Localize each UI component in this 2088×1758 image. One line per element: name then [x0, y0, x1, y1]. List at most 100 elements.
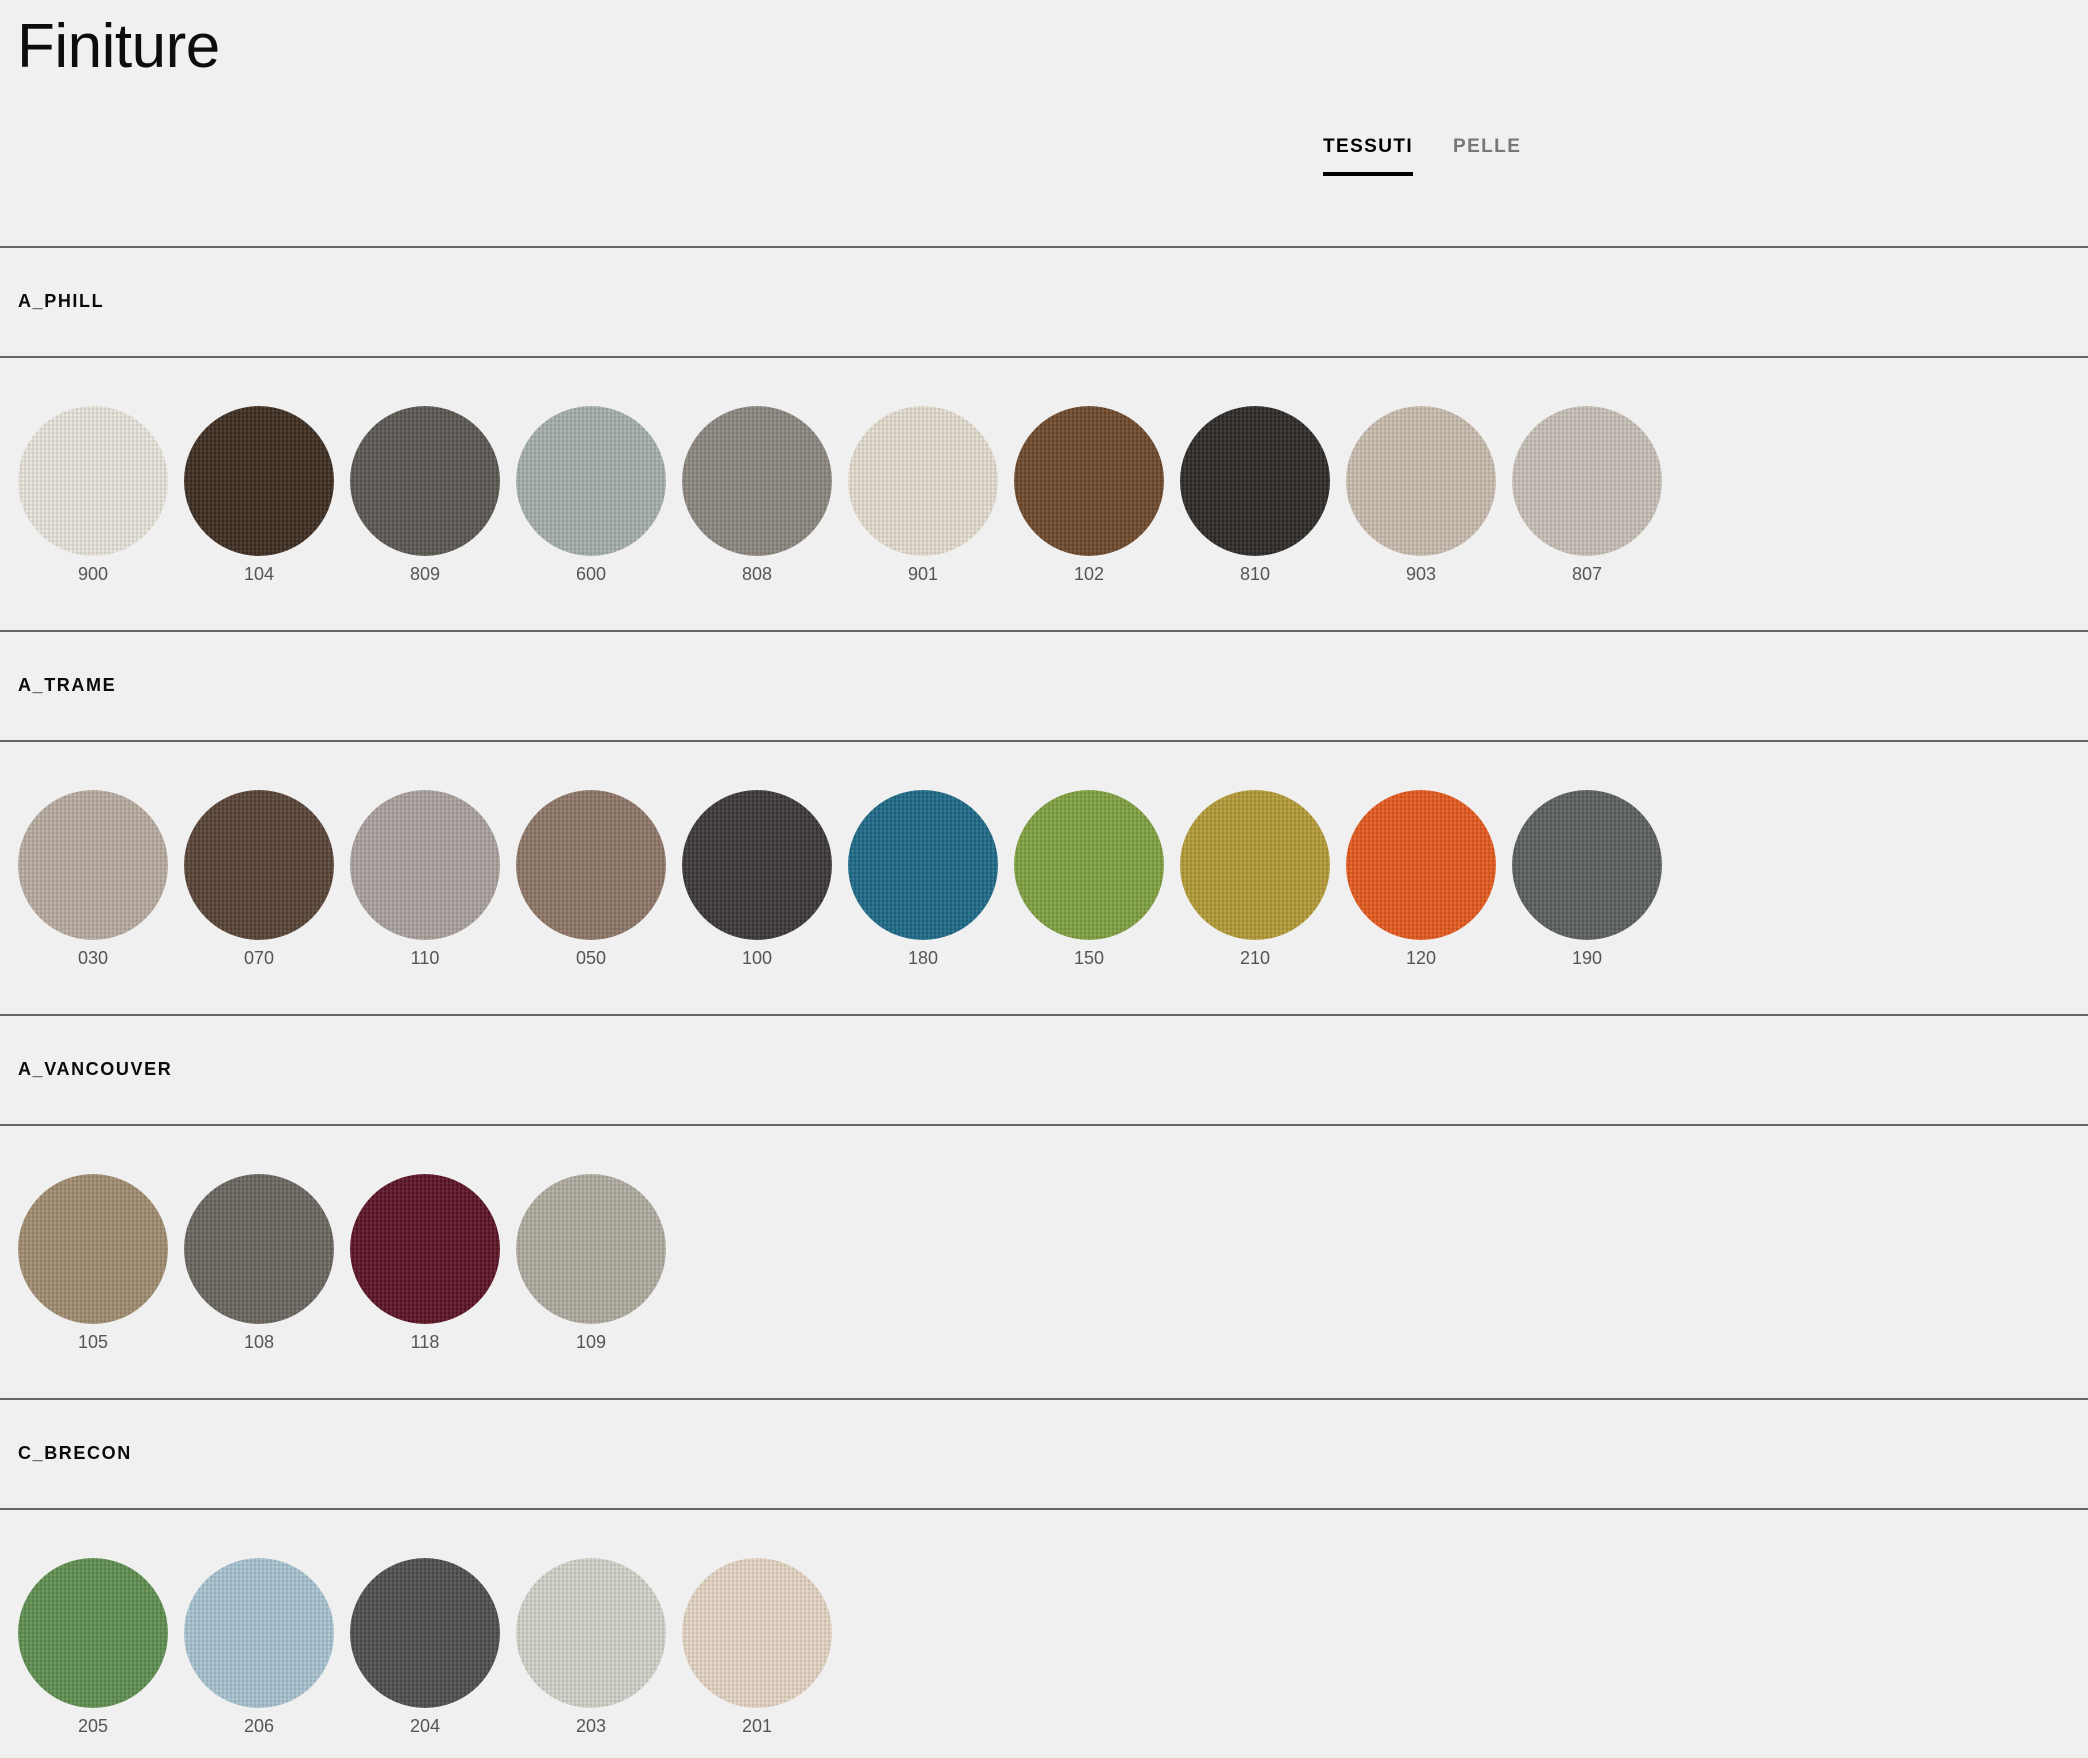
swatch-circle[interactable] — [1346, 406, 1496, 556]
swatch-circle[interactable] — [350, 406, 500, 556]
swatch-circle[interactable] — [350, 1558, 500, 1708]
swatch-item[interactable]: 120 — [1346, 790, 1496, 969]
swatch-item[interactable]: 903 — [1346, 406, 1496, 585]
swatch-code: 070 — [243, 948, 275, 968]
swatch-circle[interactable] — [18, 790, 168, 940]
swatch-code: 190 — [1571, 948, 1603, 968]
swatch-code: 102 — [1073, 564, 1105, 584]
swatch-row-a-trame: 030 070 110 050 100 180 150 210 120 190 — [18, 790, 1678, 969]
section-title-c-brecon: C_BRECON — [18, 1443, 132, 1463]
swatch-row-a-vancouver: 105 108 118 109 — [18, 1174, 682, 1353]
swatch-item[interactable]: 600 — [516, 406, 666, 585]
swatch-code: 903 — [1405, 564, 1437, 584]
swatch-item[interactable]: 108 — [184, 1174, 334, 1353]
swatch-circle[interactable] — [682, 790, 832, 940]
swatch-circle[interactable] — [184, 406, 334, 556]
swatch-circle[interactable] — [1014, 406, 1164, 556]
swatch-code: 600 — [575, 564, 607, 584]
swatch-item[interactable]: 900 — [18, 406, 168, 585]
swatch-circle[interactable] — [184, 790, 334, 940]
swatch-circle[interactable] — [1512, 790, 1662, 940]
section-title-a-trame: A_TRAME — [18, 675, 117, 695]
swatch-item[interactable]: 030 — [18, 790, 168, 969]
swatch-code: 120 — [1405, 948, 1437, 968]
swatch-item[interactable]: 210 — [1180, 790, 1330, 969]
divider — [0, 246, 2088, 248]
swatch-circle[interactable] — [848, 790, 998, 940]
swatch-code: 205 — [77, 1716, 109, 1736]
swatch-item[interactable]: 110 — [350, 790, 500, 969]
swatch-code: 100 — [741, 948, 773, 968]
swatch-circle[interactable] — [184, 1558, 334, 1708]
swatch-circle[interactable] — [682, 406, 832, 556]
swatch-item[interactable]: 104 — [184, 406, 334, 585]
swatch-code: 901 — [907, 564, 939, 584]
swatch-row-c-brecon: 205 206 204 203 201 — [18, 1558, 848, 1737]
swatch-circle[interactable] — [18, 1174, 168, 1324]
swatch-item[interactable]: 150 — [1014, 790, 1164, 969]
swatch-circle[interactable] — [516, 790, 666, 940]
divider — [0, 1508, 2088, 1510]
tab-pelle[interactable]: PELLE — [1453, 136, 1521, 172]
swatch-code: 206 — [243, 1716, 275, 1736]
finish-tabs: TESSUTI PELLE — [1323, 136, 1561, 176]
divider — [0, 1124, 2088, 1126]
swatch-item[interactable]: 808 — [682, 406, 832, 585]
swatch-circle[interactable] — [516, 1174, 666, 1324]
swatch-item[interactable]: 050 — [516, 790, 666, 969]
swatch-code: 809 — [409, 564, 441, 584]
swatch-circle[interactable] — [1512, 406, 1662, 556]
tab-tessuti[interactable]: TESSUTI — [1323, 136, 1414, 176]
swatch-circle[interactable] — [350, 790, 500, 940]
swatch-item[interactable]: 807 — [1512, 406, 1662, 585]
swatch-code: 900 — [77, 564, 109, 584]
divider — [0, 740, 2088, 742]
swatch-code: 180 — [907, 948, 939, 968]
swatch-circle[interactable] — [516, 1558, 666, 1708]
swatch-code: 807 — [1571, 564, 1603, 584]
swatch-circle[interactable] — [516, 406, 666, 556]
swatch-circle[interactable] — [350, 1174, 500, 1324]
swatch-item[interactable]: 109 — [516, 1174, 666, 1353]
swatch-item[interactable]: 180 — [848, 790, 998, 969]
swatch-code: 030 — [77, 948, 109, 968]
swatch-item[interactable]: 100 — [682, 790, 832, 969]
swatch-circle[interactable] — [1180, 790, 1330, 940]
swatch-code: 150 — [1073, 948, 1105, 968]
swatch-item[interactable]: 203 — [516, 1558, 666, 1737]
swatch-code: 118 — [410, 1332, 440, 1352]
swatch-item[interactable]: 201 — [682, 1558, 832, 1737]
swatch-circle[interactable] — [18, 406, 168, 556]
swatch-code: 201 — [741, 1716, 773, 1736]
swatch-circle[interactable] — [1346, 790, 1496, 940]
swatch-circle[interactable] — [184, 1174, 334, 1324]
swatch-item[interactable]: 901 — [848, 406, 998, 585]
swatch-row-a-phill: 900 104 809 600 808 901 102 810 903 807 — [18, 406, 1678, 585]
section-title-a-phill: A_PHILL — [18, 291, 105, 311]
swatch-item[interactable]: 809 — [350, 406, 500, 585]
swatch-circle[interactable] — [1014, 790, 1164, 940]
divider — [0, 1014, 2088, 1016]
swatch-code: 109 — [575, 1332, 607, 1352]
swatch-item[interactable]: 105 — [18, 1174, 168, 1353]
swatch-circle[interactable] — [848, 406, 998, 556]
swatch-circle[interactable] — [1180, 406, 1330, 556]
swatch-item[interactable]: 118 — [350, 1174, 500, 1353]
swatch-code: 110 — [410, 948, 440, 968]
swatch-item[interactable]: 102 — [1014, 406, 1164, 585]
swatch-item[interactable]: 810 — [1180, 406, 1330, 585]
swatch-code: 105 — [77, 1332, 109, 1352]
swatch-item[interactable]: 205 — [18, 1558, 168, 1737]
divider — [0, 356, 2088, 358]
swatch-circle[interactable] — [18, 1558, 168, 1708]
swatch-code: 203 — [575, 1716, 607, 1736]
swatch-item[interactable]: 204 — [350, 1558, 500, 1737]
swatch-code: 108 — [243, 1332, 275, 1352]
swatch-code: 050 — [575, 948, 607, 968]
swatch-item[interactable]: 190 — [1512, 790, 1662, 969]
swatch-item[interactable]: 206 — [184, 1558, 334, 1737]
swatch-circle[interactable] — [682, 1558, 832, 1708]
divider — [0, 1398, 2088, 1400]
swatch-code: 810 — [1239, 564, 1271, 584]
swatch-item[interactable]: 070 — [184, 790, 334, 969]
